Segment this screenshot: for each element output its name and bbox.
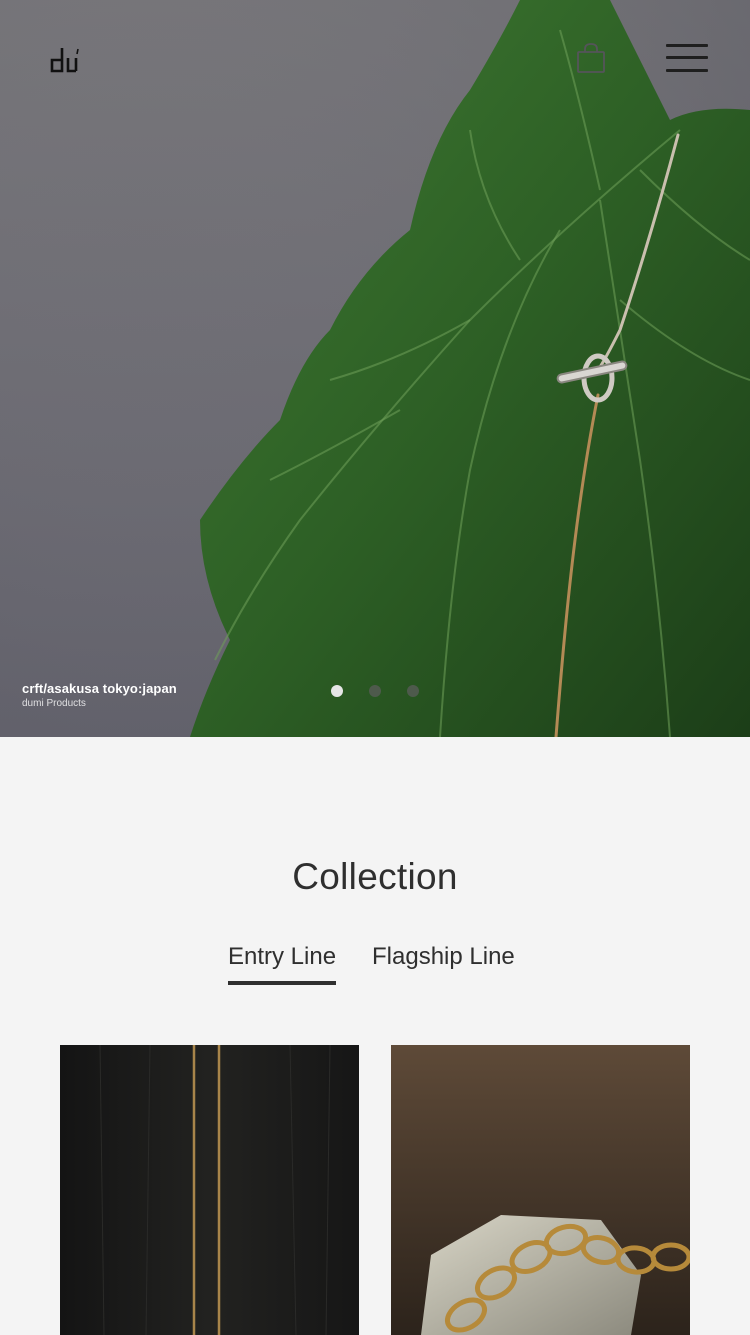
tab-entry-line[interactable]: Entry Line: [228, 943, 337, 985]
product-image: [60, 1045, 359, 1335]
tab-flagship-line[interactable]: Flagship Line: [372, 943, 515, 981]
collection-tabs: Entry Line Flagship Line: [0, 943, 750, 987]
hero-caption-title: crft/asakusa tokyo:japan: [22, 681, 177, 696]
slider-dot-3[interactable]: [407, 685, 419, 697]
product-image: [391, 1045, 690, 1335]
brand-logo[interactable]: [48, 44, 80, 74]
collection-title: Collection: [292, 856, 458, 897]
hero-image: [0, 0, 750, 737]
product-card[interactable]: [391, 1045, 690, 1335]
slider-dot-2[interactable]: [369, 685, 381, 697]
product-card[interactable]: [60, 1045, 359, 1335]
hero-caption-subtitle: dumi Products: [22, 698, 86, 709]
hamburger-menu-icon[interactable]: [666, 42, 708, 74]
hero-caption: crft/asakusa tokyo:japan dumi Products: [22, 681, 177, 710]
shopping-bag-icon[interactable]: [573, 40, 609, 76]
slider-dot-1[interactable]: [331, 685, 343, 697]
hero-slider: crft/asakusa tokyo:japan dumi Products: [0, 0, 750, 737]
